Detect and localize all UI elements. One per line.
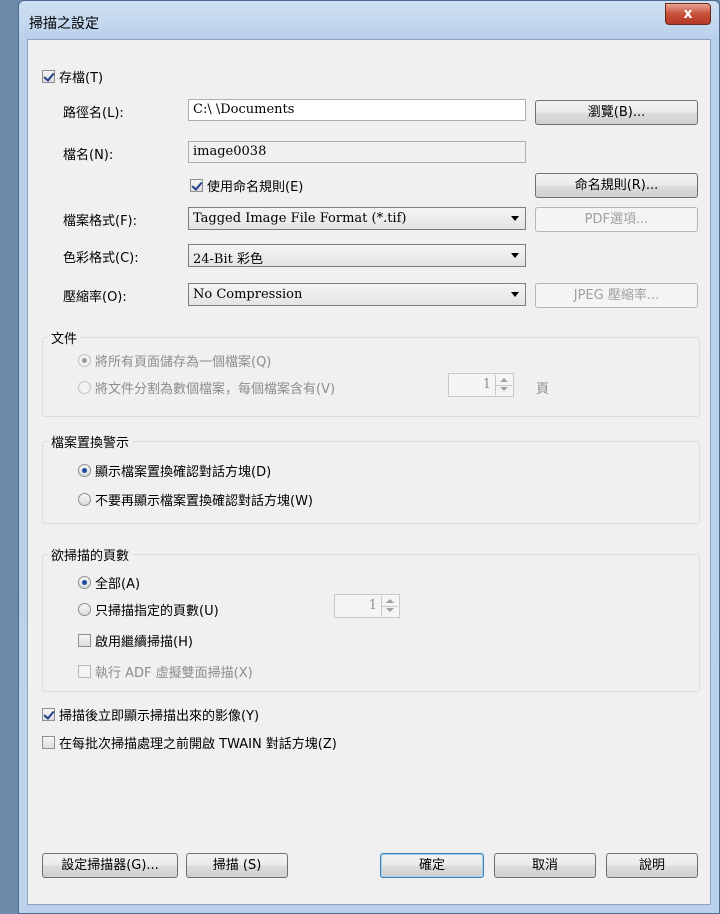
use-naming-rules-label: 使用命名規則(E)	[207, 180, 304, 195]
scan-specific-label: 只掃描指定的頁數(U)	[95, 604, 219, 619]
twain-dialog-label: 在每批次掃描處理之前開啟 TWAIN 對話方塊(Z)	[59, 737, 337, 752]
save-single-file-radio[interactable]	[78, 354, 91, 367]
show-overwrite-dialog-radio[interactable]	[78, 464, 91, 477]
compression-label: 壓縮率(O):	[63, 290, 127, 305]
save-checkbox[interactable]	[42, 70, 55, 83]
page-count-value: 1	[368, 598, 377, 613]
spin-divider	[382, 606, 398, 607]
dialog-client-area: 存檔(T) 路徑名(L): C:\ \Documents 瀏覽(B)... 檔名…	[27, 39, 711, 905]
file-format-value: Tagged Image File Format (*.tif)	[193, 211, 407, 226]
close-icon: x	[683, 6, 693, 22]
spin-buttons[interactable]	[495, 375, 512, 395]
document-group-title: 文件	[48, 328, 81, 347]
split-files-label: 將文件分割為數個檔案，每個檔案含有(V)	[95, 382, 336, 397]
spin-up-icon	[500, 378, 508, 382]
scan-all-label: 全部(A)	[95, 577, 141, 592]
naming-rules-button[interactable]: 命名規則(R)...	[535, 173, 698, 198]
continuous-scan-label: 啟用繼續掃描(H)	[95, 635, 193, 650]
adf-duplex-checkbox[interactable]	[78, 665, 91, 678]
file-format-label: 檔案格式(F):	[63, 214, 138, 229]
spin-down-icon	[500, 387, 508, 391]
scan-specific-radio[interactable]	[78, 603, 91, 616]
color-format-value: 24-Bit 彩色	[193, 252, 264, 267]
jpeg-compression-button[interactable]: JPEG 壓縮率...	[535, 283, 698, 308]
chevron-down-icon	[511, 253, 519, 258]
filename-field[interactable]: image0038	[188, 141, 526, 163]
scan-button[interactable]: 掃描 (S)	[186, 853, 288, 878]
path-label: 路徑名(L):	[63, 106, 124, 121]
page-count-stepper[interactable]: 1	[334, 594, 400, 618]
adf-duplex-label: 執行 ADF 虛擬雙面掃描(X)	[95, 666, 253, 681]
spin-divider	[496, 385, 512, 386]
browse-button[interactable]: 瀏覽(B)...	[535, 100, 698, 125]
pages-unit-label: 頁	[536, 382, 550, 397]
document-group	[42, 337, 700, 417]
show-image-label: 掃描後立即顯示掃描出來的影像(Y)	[59, 709, 260, 724]
show-overwrite-dialog-label: 顯示檔案置換確認對話方塊(D)	[95, 465, 272, 480]
use-naming-rules-checkbox[interactable]	[190, 179, 203, 192]
path-input[interactable]: C:\ \Documents	[188, 99, 526, 121]
color-format-label: 色彩格式(C):	[63, 251, 139, 266]
chevron-down-icon	[511, 292, 519, 297]
spin-buttons[interactable]	[381, 596, 398, 616]
ok-button[interactable]: 確定	[380, 853, 484, 878]
save-single-file-label: 將所有頁面儲存為一個檔案(Q)	[95, 355, 272, 370]
show-image-checkbox[interactable]	[42, 708, 55, 721]
close-button[interactable]: x	[665, 3, 711, 25]
filename-label: 檔名(N):	[63, 148, 114, 163]
spin-up-icon	[386, 599, 394, 603]
compression-select[interactable]: No Compression	[188, 283, 526, 306]
hide-overwrite-dialog-radio[interactable]	[78, 493, 91, 506]
help-button[interactable]: 說明	[606, 853, 698, 878]
save-checkbox-label: 存檔(T)	[59, 71, 104, 86]
color-format-select[interactable]: 24-Bit 彩色	[188, 244, 526, 267]
scanner-setup-button[interactable]: 設定掃描器(G)...	[42, 853, 178, 878]
split-files-radio[interactable]	[78, 381, 91, 394]
scan-all-radio[interactable]	[78, 576, 91, 589]
window-title: 掃描之設定	[29, 16, 99, 32]
pages-per-file-value: 1	[482, 377, 491, 392]
compression-value: No Compression	[193, 287, 303, 302]
pages-to-scan-title: 欲掃描的頁數	[48, 545, 133, 564]
overwrite-warning-group	[42, 441, 700, 524]
pages-per-file-stepper[interactable]: 1	[448, 373, 514, 397]
continuous-scan-checkbox[interactable]	[78, 634, 91, 647]
dialog-window: 掃描之設定 x 存檔(T) 路徑名(L): C:\ \Documents 瀏覽(…	[18, 0, 720, 914]
overwrite-warning-title: 檔案置換警示	[48, 432, 133, 451]
twain-dialog-checkbox[interactable]	[42, 736, 55, 749]
spin-down-icon	[386, 608, 394, 612]
chevron-down-icon	[511, 216, 519, 221]
cancel-button[interactable]: 取消	[494, 853, 596, 878]
file-format-select[interactable]: Tagged Image File Format (*.tif)	[188, 207, 526, 230]
pdf-options-button[interactable]: PDF選項...	[535, 207, 698, 232]
hide-overwrite-dialog-label: 不要再顯示檔案置換確認對話方塊(W)	[95, 494, 313, 509]
